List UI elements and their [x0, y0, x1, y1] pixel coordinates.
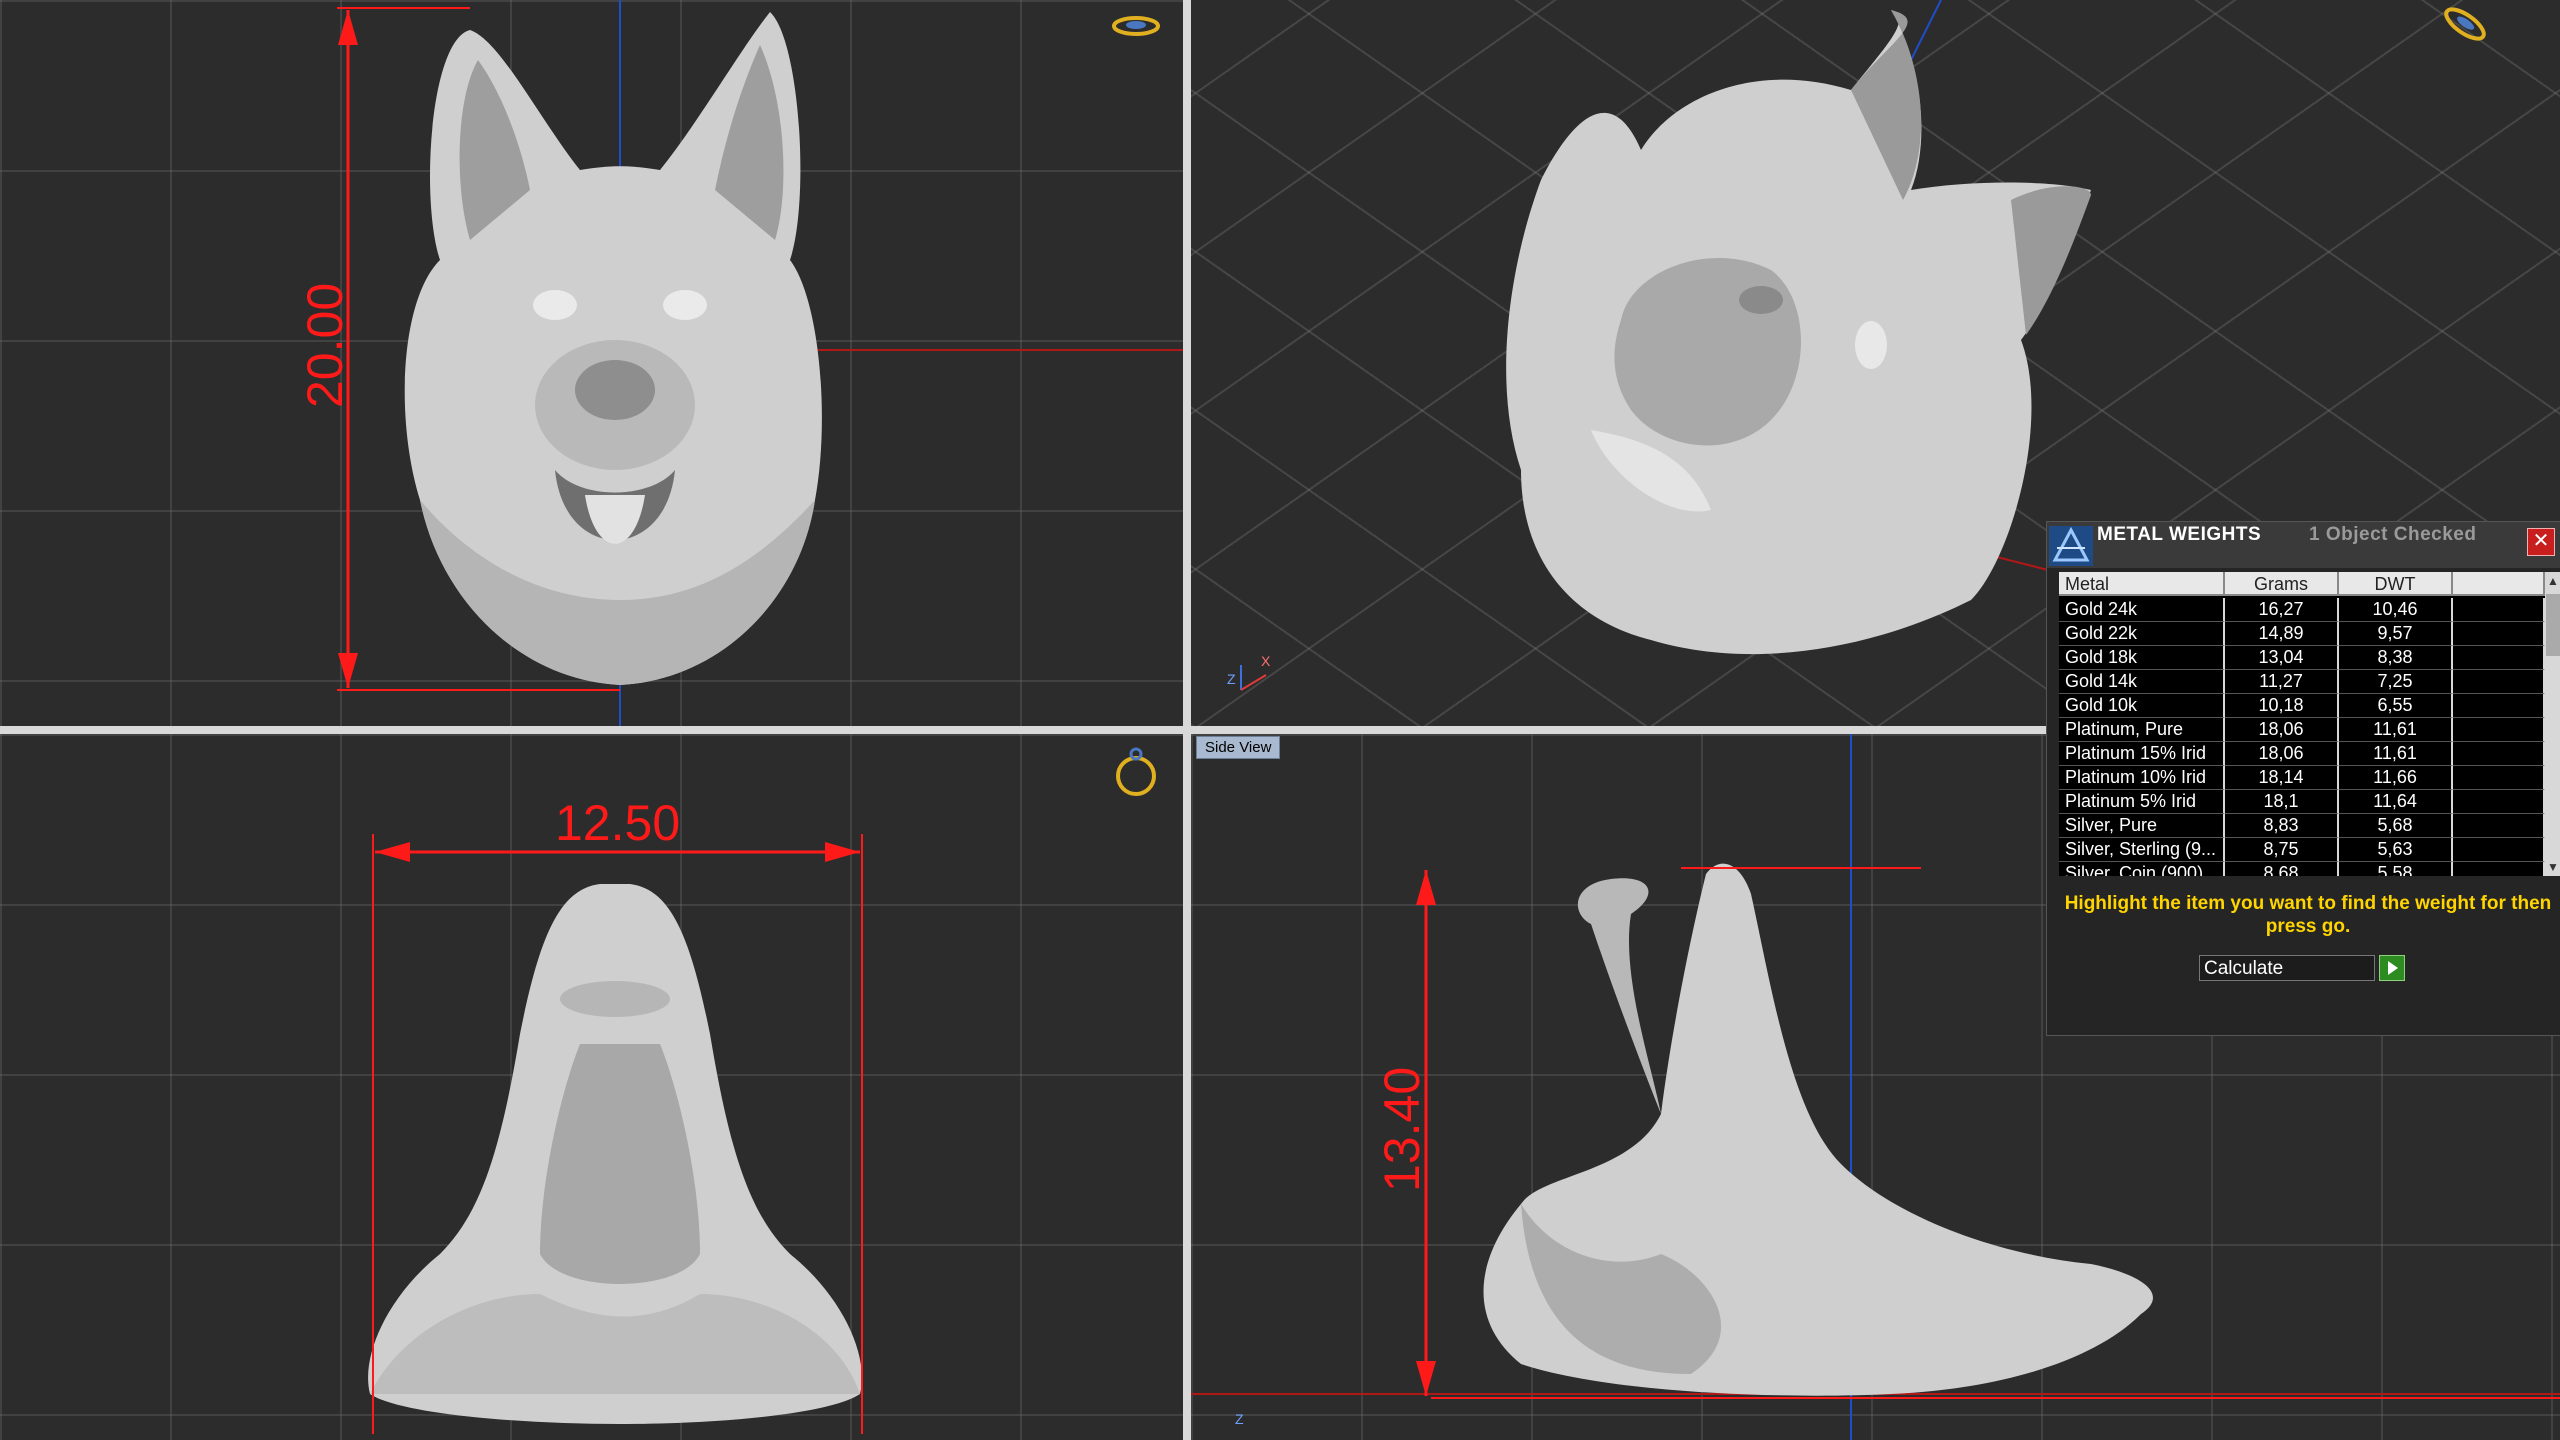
- play-icon[interactable]: [2379, 955, 2405, 981]
- table-header: Metal Grams DWT: [2059, 572, 2545, 598]
- dog-head-front-model: [404, 12, 822, 685]
- table-row[interactable]: Gold 14k 11,27 7,25: [2059, 670, 2545, 694]
- metal-weights-panel: METAL WEIGHTS 1 Object Checked ✕ Metal G…: [2046, 521, 2560, 1036]
- cell-metal: Gold 24k: [2059, 598, 2225, 622]
- cell-grams: 18,06: [2225, 718, 2339, 742]
- cell-metal: Gold 22k: [2059, 622, 2225, 646]
- dog-head-top-model: [368, 884, 862, 1424]
- axis-label-x: X: [1261, 653, 1271, 669]
- cell-empty: [2453, 742, 2545, 766]
- side-height-dimension-label: 13.40: [1374, 1067, 1430, 1192]
- table-row[interactable]: Platinum, Pure 18,06 11,61: [2059, 718, 2545, 742]
- cell-grams: 18,1: [2225, 790, 2339, 814]
- cell-empty: [2453, 622, 2545, 646]
- cell-grams: 13,04: [2225, 646, 2339, 670]
- table-row[interactable]: Platinum 5% Irid 18,1 11,64: [2059, 790, 2545, 814]
- table-row[interactable]: Gold 18k 13,04 8,38: [2059, 646, 2545, 670]
- panel-status: 1 Object Checked: [2309, 524, 2477, 545]
- viewport-front[interactable]: 20.00: [0, 0, 1183, 726]
- cell-metal: Silver, Sterling (9...: [2059, 838, 2225, 862]
- viewport-top[interactable]: 12.50: [0, 734, 1183, 1440]
- cell-grams: 8,83: [2225, 814, 2339, 838]
- column-header-metal[interactable]: Metal: [2059, 572, 2225, 596]
- column-header-dwt[interactable]: DWT: [2339, 572, 2453, 596]
- cell-grams: 10,18: [2225, 694, 2339, 718]
- table-row[interactable]: Gold 24k 16,27 10,46: [2059, 598, 2545, 622]
- cell-empty: [2453, 694, 2545, 718]
- ring-icon[interactable]: [1112, 16, 1160, 36]
- cell-dwt: 10,46: [2339, 598, 2453, 622]
- cell-empty: [2453, 814, 2545, 838]
- cell-grams: 8,68: [2225, 862, 2339, 876]
- cell-metal: Gold 14k: [2059, 670, 2225, 694]
- cell-dwt: 5,63: [2339, 838, 2453, 862]
- cell-empty: [2453, 670, 2545, 694]
- cell-dwt: 11,61: [2339, 742, 2453, 766]
- metal-weights-table[interactable]: Metal Grams DWT Gold 24k 16,27 10,46 Gold …: [2059, 572, 2560, 876]
- table-row[interactable]: Platinum 10% Irid 18,14 11,66: [2059, 766, 2545, 790]
- cell-dwt: 11,66: [2339, 766, 2453, 790]
- cell-empty: [2453, 766, 2545, 790]
- cell-metal: Platinum 15% Irid: [2059, 742, 2225, 766]
- viewport-divider-vertical[interactable]: [1183, 0, 1191, 1440]
- table-row[interactable]: Gold 22k 14,89 9,57: [2059, 622, 2545, 646]
- cell-dwt: 11,61: [2339, 718, 2453, 742]
- cell-grams: 16,27: [2225, 598, 2339, 622]
- table-row[interactable]: Gold 10k 10,18 6,55: [2059, 694, 2545, 718]
- axis-label-z: Z: [1235, 1411, 1244, 1427]
- cell-metal: Silver, Coin (900): [2059, 862, 2225, 876]
- cell-dwt: 8,38: [2339, 646, 2453, 670]
- table-body: Gold 24k 16,27 10,46 Gold 22k 14,89 9,57 Gol…: [2059, 598, 2545, 876]
- cell-empty: [2453, 862, 2545, 876]
- cell-metal: Gold 18k: [2059, 646, 2225, 670]
- cell-metal: Platinum 5% Irid: [2059, 790, 2225, 814]
- cell-grams: 8,75: [2225, 838, 2339, 862]
- height-dimension-label: 20.00: [297, 283, 353, 408]
- cell-empty: [2453, 598, 2545, 622]
- panel-title: METAL WEIGHTS: [2097, 524, 2262, 545]
- cell-dwt: 9,57: [2339, 622, 2453, 646]
- dog-head-perspective-model: [1506, 10, 2091, 655]
- cell-grams: 18,14: [2225, 766, 2339, 790]
- front-view-canvas: 20.00: [297, 0, 1183, 726]
- cell-empty: [2453, 838, 2545, 862]
- cell-dwt: 11,64: [2339, 790, 2453, 814]
- ring-icon[interactable]: [1116, 747, 1156, 796]
- scroll-down-icon[interactable]: ▼: [2545, 858, 2560, 876]
- cell-grams: 11,27: [2225, 670, 2339, 694]
- ring-icon[interactable]: [2442, 4, 2488, 44]
- close-icon[interactable]: ✕: [2527, 528, 2555, 556]
- cell-dwt: 5,68: [2339, 814, 2453, 838]
- table-row[interactable]: Silver, Coin (900) 8,68 5,58: [2059, 862, 2545, 876]
- table-row[interactable]: Silver, Pure 8,83 5,68: [2059, 814, 2545, 838]
- cell-grams: 18,06: [2225, 742, 2339, 766]
- cell-metal: Silver, Pure: [2059, 814, 2225, 838]
- scrollbar-thumb[interactable]: [2546, 594, 2560, 656]
- width-dimension-label: 12.50: [555, 795, 680, 851]
- cell-metal: Gold 10k: [2059, 694, 2225, 718]
- cell-empty: [2453, 718, 2545, 742]
- cell-dwt: 6,55: [2339, 694, 2453, 718]
- table-row[interactable]: Platinum 15% Irid 18,06 11,61: [2059, 742, 2545, 766]
- calculate-dropdown[interactable]: Calculate: [2199, 955, 2375, 981]
- cell-grams: 14,89: [2225, 622, 2339, 646]
- cell-metal: Platinum 10% Irid: [2059, 766, 2225, 790]
- cell-metal: Platinum, Pure: [2059, 718, 2225, 742]
- scroll-up-icon[interactable]: ▲: [2545, 572, 2560, 590]
- axis-gizmo: Z X: [1227, 653, 1271, 691]
- table-scrollbar[interactable]: ▲ ▼: [2545, 572, 2560, 876]
- cell-dwt: 5,58: [2339, 862, 2453, 876]
- axis-label-z: Z: [1227, 671, 1236, 687]
- panel-header[interactable]: METAL WEIGHTS 1 Object Checked ✕: [2047, 522, 2560, 568]
- cell-empty: [2453, 790, 2545, 814]
- cell-dwt: 7,25: [2339, 670, 2453, 694]
- top-view-canvas: 12.50: [368, 747, 1156, 1434]
- metal-weights-logo-icon: [2049, 526, 2093, 566]
- cell-empty: [2453, 646, 2545, 670]
- instruction-text: Highlight the item you want to find the …: [2064, 893, 2552, 937]
- table-row[interactable]: Silver, Sterling (9... 8,75 5,63: [2059, 838, 2545, 862]
- column-header-grams[interactable]: Grams: [2225, 572, 2339, 596]
- column-header-empty: [2453, 572, 2545, 596]
